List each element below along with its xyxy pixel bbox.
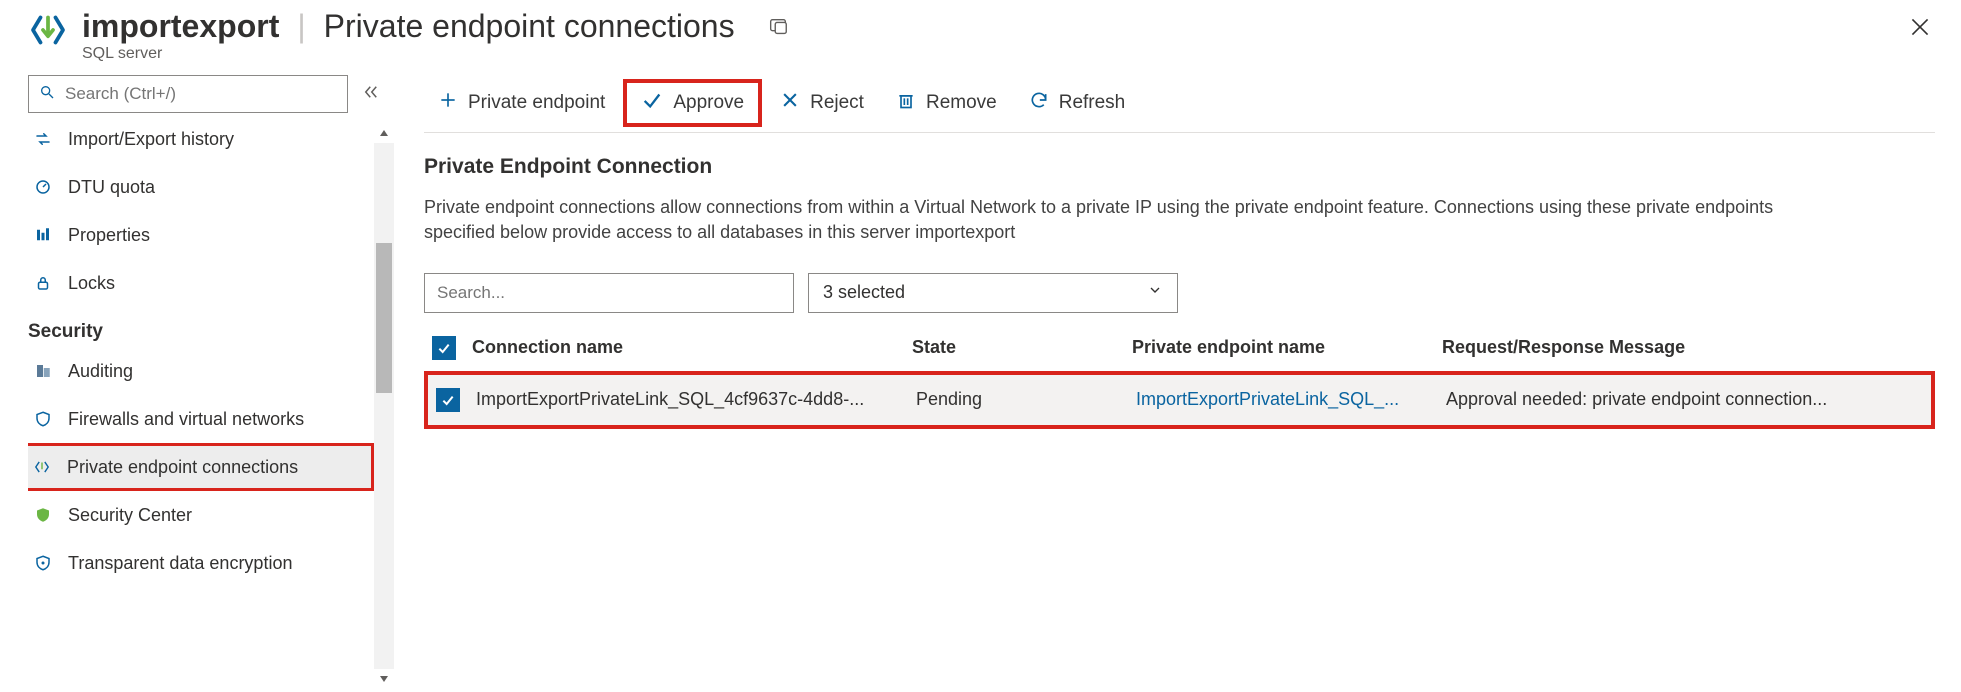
sidebar-item-label: DTU quota xyxy=(68,177,155,198)
sidebar-item-security-center[interactable]: Security Center xyxy=(28,491,374,539)
chevron-down-icon xyxy=(1147,282,1163,303)
section-title: Private Endpoint Connection xyxy=(424,155,1935,179)
button-label: Refresh xyxy=(1059,92,1126,114)
select-all-checkbox[interactable] xyxy=(432,336,456,360)
cell-connection-name: ImportExportPrivateLink_SQL_4cf9637c-4dd… xyxy=(476,389,916,410)
refresh-icon xyxy=(1029,90,1049,116)
security-center-icon xyxy=(32,506,54,524)
shield-icon xyxy=(32,410,54,428)
sidebar-section-security: Security xyxy=(28,321,374,343)
properties-icon xyxy=(32,226,54,244)
cell-message: Approval needed: private endpoint connec… xyxy=(1446,389,1931,410)
sidebar-item-label: Firewalls and virtual networks xyxy=(68,409,304,430)
remove-button[interactable]: Remove xyxy=(882,84,1011,122)
column-selector-label: 3 selected xyxy=(823,282,905,303)
cell-state: Pending xyxy=(916,389,1136,410)
sidebar-item-label: Transparent data encryption xyxy=(68,553,292,574)
sidebar-item-label: Private endpoint connections xyxy=(67,457,298,478)
grid-row-highlight: ImportExportPrivateLink_SQL_4cf9637c-4dd… xyxy=(424,371,1935,429)
button-label: Reject xyxy=(810,92,864,114)
sidebar-item-label: Properties xyxy=(68,225,150,246)
trash-icon xyxy=(896,90,916,116)
resource-name: importexport xyxy=(82,8,279,45)
plus-icon xyxy=(438,90,458,116)
command-bar: Private endpoint Approve Reject Remove xyxy=(424,73,1935,133)
sidebar-item-label: Auditing xyxy=(68,361,133,382)
close-icon[interactable] xyxy=(1907,14,1933,40)
button-label: Approve xyxy=(673,92,744,114)
sidebar-item-private-endpoint-connections[interactable]: Private endpoint connections xyxy=(28,443,374,491)
sidebar-item-auditing[interactable]: Auditing xyxy=(28,347,374,395)
sidebar: Deleted databases Import/Export history … xyxy=(0,67,394,689)
resource-type: SQL server xyxy=(82,45,1907,63)
scrollbar-track[interactable] xyxy=(374,143,394,669)
column-header-state[interactable]: State xyxy=(912,337,1132,358)
sidebar-item-properties[interactable]: Properties xyxy=(28,211,374,259)
column-header-pe-name[interactable]: Private endpoint name xyxy=(1132,337,1442,358)
sidebar-search[interactable] xyxy=(28,75,348,113)
scroll-down-icon[interactable] xyxy=(374,669,394,689)
row-checkbox[interactable] xyxy=(436,388,460,412)
encryption-icon xyxy=(32,554,54,572)
sidebar-scrollbar[interactable] xyxy=(374,123,394,689)
grid-search[interactable] xyxy=(424,273,794,313)
scroll-up-icon[interactable] xyxy=(374,123,394,143)
pin-icon[interactable] xyxy=(767,16,789,38)
grid-search-input[interactable] xyxy=(437,283,781,303)
lock-icon xyxy=(32,274,54,292)
check-icon xyxy=(641,89,663,117)
private-endpoint-icon xyxy=(31,458,53,476)
collapse-sidebar-icon[interactable] xyxy=(362,83,380,106)
sidebar-item-firewalls[interactable]: Firewalls and virtual networks xyxy=(28,395,374,443)
scrollbar-thumb[interactable] xyxy=(376,243,392,393)
sidebar-item-label: Security Center xyxy=(68,505,192,526)
import-export-icon xyxy=(32,130,54,148)
button-label: Remove xyxy=(926,92,997,114)
column-header-message[interactable]: Request/Response Message xyxy=(1442,337,1935,358)
title-separator: | xyxy=(297,8,305,45)
sql-server-icon xyxy=(28,10,68,50)
table-row[interactable]: ImportExportPrivateLink_SQL_4cf9637c-4dd… xyxy=(428,377,1931,423)
connections-grid: Connection name State Private endpoint n… xyxy=(424,325,1935,429)
auditing-icon xyxy=(32,362,54,380)
search-icon xyxy=(39,84,55,105)
sidebar-item-label: Import/Export history xyxy=(68,129,234,150)
sidebar-item-import-export-history[interactable]: Import/Export history xyxy=(28,119,374,163)
gauge-icon xyxy=(32,178,54,196)
approve-button[interactable]: Approve xyxy=(623,79,762,127)
new-private-endpoint-button[interactable]: Private endpoint xyxy=(424,84,619,122)
page-header: importexport | Private endpoint connecti… xyxy=(0,0,1961,67)
sidebar-search-input[interactable] xyxy=(65,84,337,104)
main-content: Private endpoint Approve Reject Remove xyxy=(394,67,1961,689)
page-title: Private endpoint connections xyxy=(324,8,735,45)
column-header-name[interactable]: Connection name xyxy=(472,337,912,358)
sidebar-item-dtu-quota[interactable]: DTU quota xyxy=(28,163,374,211)
sidebar-item-label: Locks xyxy=(68,273,115,294)
sidebar-item-locks[interactable]: Locks xyxy=(28,259,374,307)
button-label: Private endpoint xyxy=(468,92,605,114)
x-icon xyxy=(780,90,800,116)
column-selector[interactable]: 3 selected xyxy=(808,273,1178,313)
sidebar-item-tde[interactable]: Transparent data encryption xyxy=(28,539,374,587)
reject-button[interactable]: Reject xyxy=(766,84,878,122)
cell-private-endpoint-link[interactable]: ImportExportPrivateLink_SQL_... xyxy=(1136,389,1446,410)
refresh-button[interactable]: Refresh xyxy=(1015,84,1140,122)
section-description: Private endpoint connections allow conne… xyxy=(424,195,1794,245)
